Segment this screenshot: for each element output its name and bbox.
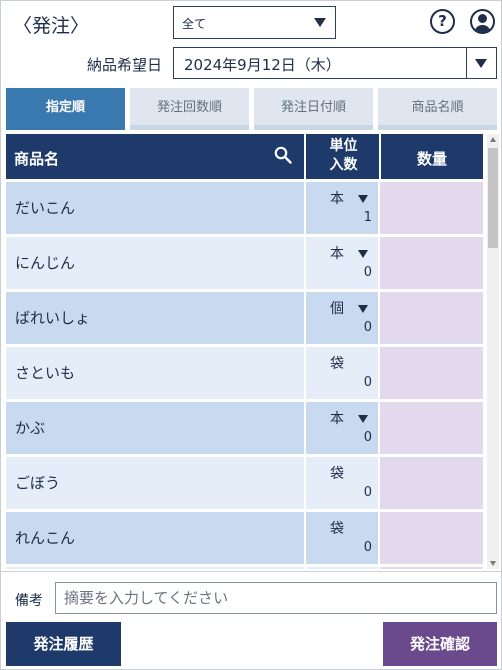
delivery-date-value: 2024年9月12日（木） bbox=[184, 56, 341, 74]
sort-tabs: 指定順 発注回数順 発注日付順 商品名順 bbox=[6, 88, 497, 130]
tab-product-name[interactable]: 商品名順 bbox=[378, 88, 497, 130]
product-name: かぶ bbox=[6, 402, 304, 454]
unit-cell: 袋0 bbox=[306, 512, 378, 564]
order-confirm-button[interactable]: 発注確認 bbox=[383, 622, 497, 666]
user-body-shape bbox=[474, 25, 491, 32]
order-history-button[interactable]: 発注履歴 bbox=[6, 622, 121, 666]
product-name: ごぼう bbox=[6, 457, 304, 509]
table-row[interactable]: 袋 bbox=[6, 567, 483, 569]
table-row[interactable]: だいこん本 1 bbox=[6, 182, 483, 234]
delivery-date-label: 納品希望日 bbox=[86, 56, 162, 74]
select-divider bbox=[465, 48, 467, 78]
unit-cell[interactable]: 個0 bbox=[306, 292, 378, 344]
unit-label: 個 bbox=[330, 301, 344, 317]
search-icon[interactable] bbox=[274, 146, 292, 164]
memo-label: 備考 bbox=[15, 593, 43, 609]
chevron-down-icon bbox=[314, 18, 326, 27]
unit-label: 本 bbox=[330, 411, 344, 427]
unit-count: 0 bbox=[363, 320, 372, 335]
quantity-cell[interactable] bbox=[380, 512, 483, 564]
scrollbar-thumb[interactable] bbox=[488, 148, 498, 248]
product-name: れんこん bbox=[6, 512, 304, 564]
filter-value: 全て bbox=[182, 17, 207, 31]
unit-cell[interactable]: 本1 bbox=[306, 182, 378, 234]
table-header: 商品名 単位 入数 数量 bbox=[6, 134, 483, 179]
unit-cell[interactable]: 本0 bbox=[306, 402, 378, 454]
chevron-down-icon[interactable] bbox=[358, 415, 368, 423]
table-row[interactable]: ごぼう袋 0 bbox=[6, 457, 483, 509]
order-screen: 〈発注〉 全て ? 納品希望日 2024年9月12日（木） 指定順 発注回数順 … bbox=[0, 0, 502, 670]
scrollbar[interactable] bbox=[487, 134, 499, 569]
product-name: にんじん bbox=[6, 237, 304, 289]
quantity-cell[interactable] bbox=[380, 347, 483, 399]
col-header-qty: 数量 bbox=[416, 150, 447, 168]
unit-count: 1 bbox=[363, 210, 372, 225]
scroll-up-icon[interactable] bbox=[490, 137, 496, 142]
chevron-down-icon[interactable] bbox=[358, 195, 368, 203]
unit-cell: 袋0 bbox=[306, 457, 378, 509]
delivery-date-select[interactable]: 2024年9月12日（木） bbox=[173, 47, 497, 79]
quantity-cell[interactable] bbox=[380, 567, 483, 569]
table-row[interactable]: ばれいしょ個 0 bbox=[6, 292, 483, 344]
unit-label: 袋 bbox=[330, 466, 344, 482]
product-name: だいこん bbox=[6, 182, 304, 234]
quantity-cell[interactable] bbox=[380, 292, 483, 344]
unit-cell: 袋 bbox=[306, 567, 378, 569]
chevron-down-icon[interactable] bbox=[358, 250, 368, 258]
unit-label: 袋 bbox=[330, 521, 344, 537]
unit-count: 0 bbox=[363, 375, 372, 390]
table-row[interactable]: さといも袋 0 bbox=[6, 347, 483, 399]
chevron-down-icon[interactable] bbox=[358, 305, 368, 313]
unit-label: 本 bbox=[330, 246, 344, 262]
user-head-shape bbox=[478, 14, 487, 23]
user-icon[interactable] bbox=[470, 9, 495, 34]
help-icon[interactable]: ? bbox=[430, 9, 455, 34]
table-row[interactable]: れんこん袋 0 bbox=[6, 512, 483, 564]
quantity-cell[interactable] bbox=[380, 457, 483, 509]
scroll-down-icon[interactable] bbox=[490, 561, 496, 566]
table-row[interactable]: にんじん本 0 bbox=[6, 237, 483, 289]
unit-label: 本 bbox=[330, 191, 344, 207]
back-title[interactable]: 〈発注〉 bbox=[13, 11, 89, 38]
divider bbox=[1, 571, 501, 572]
unit-cell: 袋0 bbox=[306, 347, 378, 399]
table-row[interactable]: かぶ本 0 bbox=[6, 402, 483, 454]
quantity-cell[interactable] bbox=[380, 402, 483, 454]
quantity-cell[interactable] bbox=[380, 237, 483, 289]
product-name: さといも bbox=[6, 347, 304, 399]
filter-select[interactable]: 全て bbox=[173, 6, 336, 39]
col-header-unit: 単位 入数 bbox=[329, 138, 358, 173]
col-header-name: 商品名 bbox=[14, 150, 60, 168]
unit-count: 0 bbox=[363, 265, 372, 280]
quantity-cell[interactable] bbox=[380, 182, 483, 234]
header-separator bbox=[304, 134, 306, 179]
product-name: ばれいしょ bbox=[6, 292, 304, 344]
unit-label: 袋 bbox=[330, 356, 344, 372]
tab-specified-order[interactable]: 指定順 bbox=[6, 88, 125, 130]
chevron-down-icon bbox=[475, 59, 487, 68]
unit-count: 0 bbox=[363, 430, 372, 445]
memo-input[interactable] bbox=[55, 582, 497, 614]
unit-count: 0 bbox=[363, 540, 372, 555]
tab-order-date[interactable]: 発注日付順 bbox=[254, 88, 373, 130]
unit-count: 0 bbox=[363, 485, 372, 500]
product-list: だいこん本 1 にんじん本 0 ばれいしょ個 0 さといも袋 0 かぶ本 0 ごぼう袋 0 れんこん袋 0… bbox=[6, 182, 483, 569]
unit-cell[interactable]: 本0 bbox=[306, 237, 378, 289]
tab-order-count[interactable]: 発注回数順 bbox=[130, 88, 249, 130]
product-name bbox=[6, 567, 304, 569]
